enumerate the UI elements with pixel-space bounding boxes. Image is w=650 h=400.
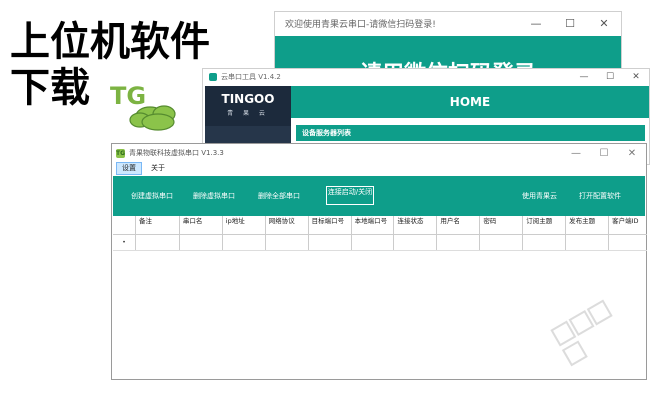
connect-toggle-button[interactable]: 连接启动/关闭 — [326, 186, 374, 205]
cell[interactable] — [136, 235, 180, 250]
brand-block: TINGOO 青 果 云 — [205, 86, 291, 126]
menu-about[interactable]: 关于 — [146, 163, 170, 174]
col-publish-topic[interactable]: 发布主题 — [566, 216, 610, 234]
title-bar: 欢迎使用青果云串口-请微信扫码登录! — ☐ ✕ — [275, 12, 621, 34]
window-title: 青果物联科技虚拟串口 V1.3.3 — [129, 149, 224, 157]
col-subscribe-topic[interactable]: 订阅主题 — [523, 216, 567, 234]
port-table: 备注 串口名 ip地址 网络协议 目标端口号 本地端口号 连接状态 用户名 密码… — [113, 216, 647, 251]
col-protocol[interactable]: 网络协议 — [266, 216, 309, 234]
promo-line-2: 下载 — [10, 65, 90, 111]
window-title: 云串口工具 V1.4.2 — [221, 73, 281, 81]
col-client-id[interactable]: 客户端ID — [609, 216, 647, 234]
title-bar: TG 青果物联科技虚拟串口 V1.3.3 — ☐ ✕ — [112, 144, 646, 162]
maximize-button[interactable]: ☐ — [553, 17, 587, 30]
delete-all-ports-button[interactable]: 删除全部串口 — [258, 176, 300, 216]
col-connection-status[interactable]: 连接状态 — [394, 216, 438, 234]
cell[interactable] — [309, 235, 352, 250]
menu-settings[interactable]: 设置 — [116, 161, 142, 175]
home-header[interactable]: HOME — [291, 86, 649, 118]
cell[interactable] — [394, 235, 438, 250]
cell[interactable] — [437, 235, 481, 250]
close-button[interactable]: ✕ — [623, 72, 649, 82]
cell[interactable] — [609, 235, 647, 250]
cell[interactable] — [523, 235, 567, 250]
col-port-name[interactable]: 串口名 — [180, 216, 223, 234]
minimize-button[interactable]: — — [562, 148, 590, 159]
cell[interactable] — [566, 235, 610, 250]
app-icon: TG — [116, 148, 126, 158]
cell[interactable] — [352, 235, 395, 250]
device-server-list-header: 设备服务器列表 — [296, 125, 645, 141]
col-local-port[interactable]: 本地端口号 — [352, 216, 395, 234]
promo-line-1: 上位机软件 — [10, 19, 210, 65]
maximize-button[interactable]: ☐ — [597, 72, 623, 82]
use-cloud-button[interactable]: 使用青果云 — [522, 176, 557, 216]
logo-text: TG — [110, 82, 146, 110]
col-username[interactable]: 用户名 — [437, 216, 481, 234]
cell[interactable] — [180, 235, 223, 250]
open-config-button[interactable]: 打开配置软件 — [579, 176, 621, 216]
col-remark[interactable]: 备注 — [136, 216, 180, 234]
menu-bar: 设置 关于 — [112, 161, 646, 175]
window-title: 欢迎使用青果云串口-请微信扫码登录! — [285, 19, 436, 30]
toolbar: 创建虚拟串口 删除虚拟串口 删除全部串口 连接启动/关闭 使用青果云 打开配置软… — [113, 176, 645, 216]
title-bar: 云串口工具 V1.4.2 — ☐ ✕ — [203, 69, 649, 85]
close-button[interactable]: ✕ — [587, 17, 621, 30]
minimize-button[interactable]: — — [571, 72, 597, 82]
cell[interactable] — [480, 235, 524, 250]
close-button[interactable]: ✕ — [618, 148, 646, 159]
row-header-corner — [113, 216, 136, 234]
col-password[interactable]: 密码 — [480, 216, 524, 234]
brand-subtitle: 青 果 云 — [227, 110, 269, 117]
col-target-port[interactable]: 目标端口号 — [309, 216, 352, 234]
table-row[interactable]: • — [113, 235, 647, 251]
maximize-button[interactable]: ☐ — [590, 148, 618, 159]
col-ip-address[interactable]: ip地址 — [223, 216, 266, 234]
brand-name: TINGOO — [221, 92, 275, 106]
row-marker: • — [113, 235, 136, 250]
minimize-button[interactable]: — — [519, 17, 553, 30]
tingoo-cloud-logo: TG — [110, 82, 176, 131]
table-header: 备注 串口名 ip地址 网络协议 目标端口号 本地端口号 连接状态 用户名 密码… — [113, 216, 647, 235]
cell[interactable] — [266, 235, 309, 250]
delete-virtual-port-button[interactable]: 删除虚拟串口 — [193, 176, 235, 216]
create-virtual-port-button[interactable]: 创建虚拟串口 — [131, 176, 173, 216]
app-icon — [209, 73, 217, 81]
cell[interactable] — [223, 235, 266, 250]
